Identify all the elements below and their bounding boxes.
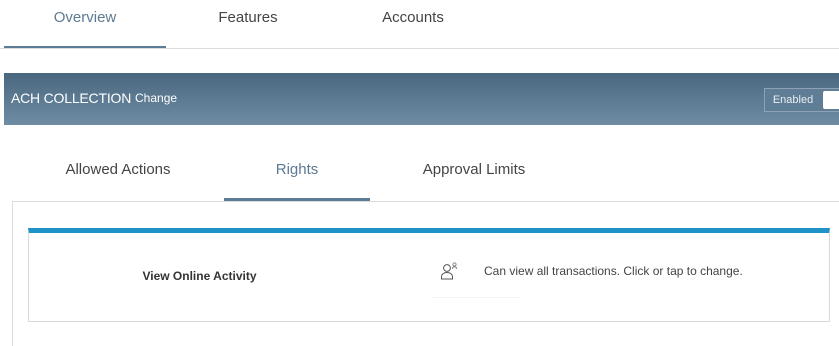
right-card-view-online-activity[interactable]: View Online Activity Can view all transa… xyxy=(28,228,830,322)
tab-allowed-actions[interactable]: Allowed Actions xyxy=(12,144,224,199)
main-tabs: Overview Features Accounts xyxy=(0,0,839,49)
service-sub-tabs: Allowed Actions Rights Approval Limits xyxy=(12,144,839,202)
tab-rights[interactable]: Rights xyxy=(224,144,370,201)
enabled-toggle[interactable] xyxy=(823,91,839,109)
divider xyxy=(431,297,521,298)
tab-accounts[interactable]: Accounts xyxy=(330,0,496,46)
change-service-link[interactable]: Change xyxy=(135,91,177,105)
right-description: Can view all transactions. Click or tap … xyxy=(484,264,743,278)
user-roles-icon xyxy=(439,261,461,283)
rights-panel: View Online Activity Can view all transa… xyxy=(12,201,839,346)
tab-features[interactable]: Features xyxy=(166,0,330,46)
enabled-status-control: Enabled xyxy=(764,88,839,112)
tab-approval-limits[interactable]: Approval Limits xyxy=(370,144,578,199)
service-name: ACH COLLECTION xyxy=(11,90,132,106)
service-header-bar: ACH COLLECTION Change Enabled xyxy=(4,73,839,125)
status-label: Enabled xyxy=(772,94,814,106)
right-name: View Online Activity xyxy=(142,269,257,283)
tab-overview[interactable]: Overview xyxy=(4,0,166,48)
